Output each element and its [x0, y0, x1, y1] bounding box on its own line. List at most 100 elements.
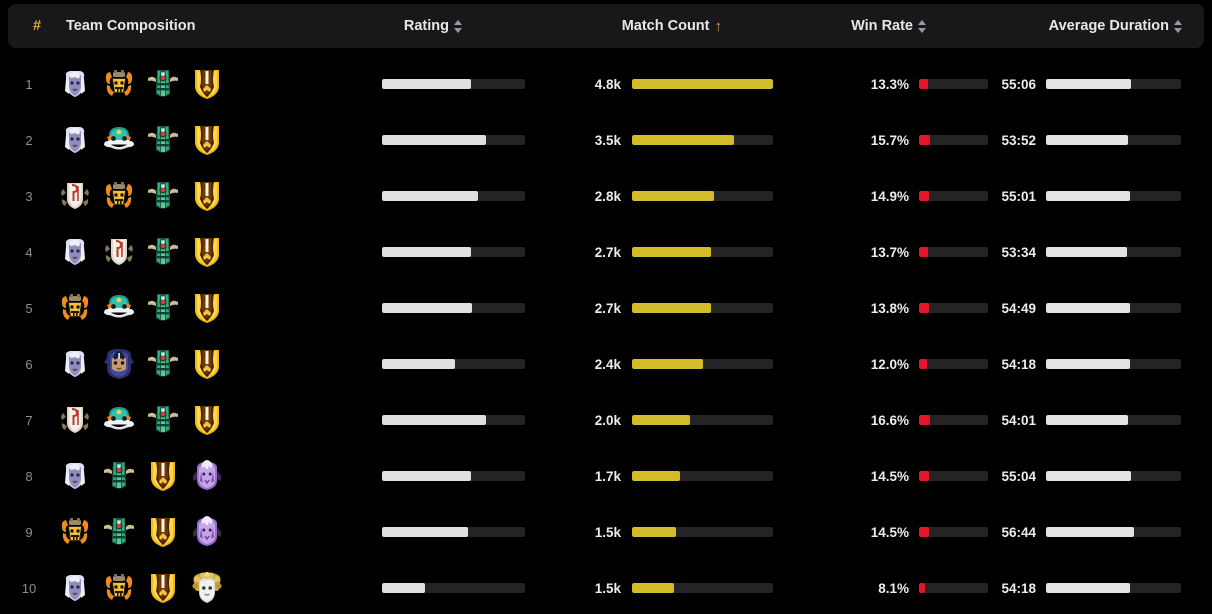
rating-cell: [258, 247, 528, 257]
column-header-win-rate-label: Win Rate: [851, 18, 913, 34]
drow-ranger-icon[interactable]: [58, 67, 92, 101]
average-duration-value: 55:04: [1001, 468, 1036, 484]
team-composition-cell: [58, 515, 258, 549]
match-count-bar-fill: [632, 471, 680, 481]
treant-protector-icon[interactable]: [102, 459, 136, 493]
win-rate-bar-track: [919, 359, 988, 369]
row-rank: 8: [25, 468, 33, 484]
average-duration-value: 55:01: [1001, 188, 1036, 204]
death-prophet-icon[interactable]: [58, 179, 92, 213]
clockwerk-icon[interactable]: [58, 515, 92, 549]
juggernaut-icon[interactable]: [102, 123, 136, 157]
skywrath2-icon[interactable]: [190, 515, 224, 549]
treant-protector-icon[interactable]: [146, 403, 180, 437]
average-duration-bar-fill: [1046, 79, 1132, 89]
drow-ranger-icon[interactable]: [58, 459, 92, 493]
juggernaut-icon[interactable]: [102, 291, 136, 325]
dragon-knight-icon[interactable]: [190, 123, 224, 157]
win-rate-bar-track: [919, 415, 988, 425]
drow-ranger-icon[interactable]: [58, 235, 92, 269]
win-rate-bar-fill: [919, 79, 929, 89]
dragon-knight-icon[interactable]: [190, 235, 224, 269]
medusa-icon[interactable]: [190, 571, 224, 605]
treant-protector-icon[interactable]: [146, 67, 180, 101]
drow-ranger-icon[interactable]: [58, 123, 92, 157]
dragon-knight-icon[interactable]: [190, 347, 224, 381]
match-count-cell: 2.7k: [528, 245, 776, 260]
team-composition-cell: [58, 459, 258, 493]
team-composition-cell: [58, 235, 258, 269]
rating-bar-fill: [382, 415, 487, 425]
dragon-knight-icon[interactable]: [190, 67, 224, 101]
table-row[interactable]: 9 1.5k 14.5% 56:44: [0, 504, 1212, 560]
treant-protector-icon[interactable]: [146, 123, 180, 157]
clockwerk-icon[interactable]: [102, 67, 136, 101]
table-row[interactable]: 3 2.8k 14.9% 55:01: [0, 168, 1212, 224]
win-rate-cell: 14.5%: [776, 469, 991, 484]
average-duration-value: 54:18: [1001, 580, 1036, 596]
match-count-value: 3.5k: [594, 132, 621, 148]
rating-bar-track: [382, 191, 525, 201]
match-count-bar-track: [632, 191, 773, 201]
table-row[interactable]: 10 1.5k 8.1% 54:18: [0, 560, 1212, 614]
rating-bar-track: [382, 359, 525, 369]
column-header-average-duration[interactable]: Average Duration: [999, 18, 1204, 34]
match-count-cell: 2.8k: [528, 189, 776, 204]
table-row[interactable]: 2 3.5k 15.7% 53:52: [0, 112, 1212, 168]
treant-protector-icon[interactable]: [146, 235, 180, 269]
average-duration-bar-fill: [1046, 191, 1130, 201]
sort-toggle-icon[interactable]: [918, 19, 927, 33]
clockwerk-icon[interactable]: [102, 179, 136, 213]
match-count-value: 1.7k: [594, 468, 621, 484]
dragon-knight-icon[interactable]: [146, 571, 180, 605]
column-header-match-count[interactable]: Match Count ↑: [536, 18, 784, 34]
average-duration-value: 54:49: [1001, 300, 1036, 316]
death-prophet-icon[interactable]: [58, 403, 92, 437]
sort-toggle-icon[interactable]: [454, 19, 463, 33]
treant-protector-icon[interactable]: [146, 347, 180, 381]
win-rate-cell: 13.8%: [776, 301, 991, 316]
row-rank: 1: [25, 76, 33, 92]
death-prophet-icon[interactable]: [102, 235, 136, 269]
table-row[interactable]: 7 2.0k 16.6% 54:01: [0, 392, 1212, 448]
rating-bar-track: [382, 247, 525, 257]
treant-protector-icon[interactable]: [102, 515, 136, 549]
column-header-win-rate[interactable]: Win Rate: [784, 18, 999, 34]
drow-ranger-icon[interactable]: [58, 571, 92, 605]
dragon-knight-icon[interactable]: [190, 403, 224, 437]
column-header-team-composition[interactable]: Team Composition: [66, 18, 266, 34]
treant-protector-icon[interactable]: [146, 179, 180, 213]
average-duration-bar-fill: [1046, 471, 1132, 481]
clockwerk-icon[interactable]: [58, 291, 92, 325]
rating-cell: [258, 471, 528, 481]
win-rate-bar-fill: [919, 527, 929, 537]
dragon-knight-icon[interactable]: [146, 515, 180, 549]
drow-ranger-icon[interactable]: [58, 347, 92, 381]
rating-bar-fill: [382, 471, 471, 481]
row-rank: 9: [25, 524, 33, 540]
average-duration-bar-fill: [1046, 303, 1130, 313]
table-row[interactable]: 4 2.7k 13.7% 53:34: [0, 224, 1212, 280]
table-row[interactable]: 8 1.7k 14.5% 55:04: [0, 448, 1212, 504]
match-count-bar-track: [632, 247, 773, 257]
juggernaut-icon[interactable]: [102, 403, 136, 437]
treant-protector-icon[interactable]: [146, 291, 180, 325]
column-header-rating[interactable]: Rating: [266, 18, 536, 34]
match-count-value: 4.8k: [594, 76, 621, 92]
dragon-knight-icon[interactable]: [146, 459, 180, 493]
rating-cell: [258, 303, 528, 313]
skywrath-mage-icon[interactable]: [102, 347, 136, 381]
dragon-knight-icon[interactable]: [190, 179, 224, 213]
column-header-rank[interactable]: #: [8, 18, 66, 34]
table-row[interactable]: 5 2.7k 13.8% 54:49: [0, 280, 1212, 336]
skywrath2-icon[interactable]: [190, 459, 224, 493]
sort-toggle-icon[interactable]: [1174, 19, 1183, 33]
table-row[interactable]: 6 2.4k 12.0% 54:18: [0, 336, 1212, 392]
dragon-knight-icon[interactable]: [190, 291, 224, 325]
sort-ascending-icon[interactable]: ↑: [715, 19, 723, 34]
match-count-bar-track: [632, 415, 773, 425]
average-duration-bar-track: [1046, 303, 1181, 313]
table-row[interactable]: 1 4.8k 13.3% 55:06: [0, 56, 1212, 112]
rating-cell: [258, 191, 528, 201]
clockwerk-icon[interactable]: [102, 571, 136, 605]
